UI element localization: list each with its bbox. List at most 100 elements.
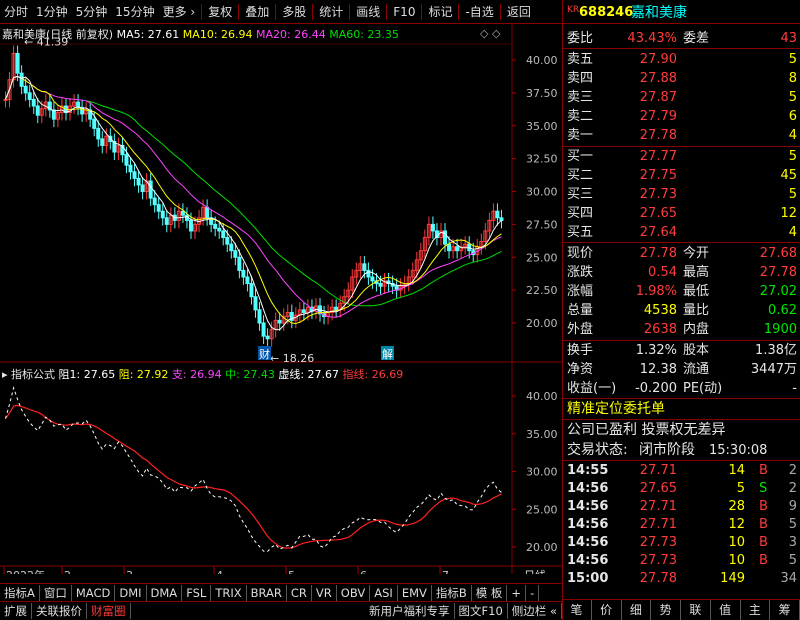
candle-down	[301, 309, 306, 313]
toolbar-0[interactable]: 分时	[0, 1, 32, 23]
quote-tab-1[interactable]: 价	[592, 600, 622, 620]
candle-down	[100, 138, 105, 146]
tick-side: S	[759, 481, 768, 496]
toolbar-10[interactable]: F10	[389, 1, 419, 23]
bid-label: 买五	[567, 225, 594, 240]
chart-expand-icons[interactable]: ◇ ◇	[480, 27, 500, 40]
ind-y-tick-label: 20.00	[526, 541, 558, 554]
y-tick-label: 35.00	[526, 120, 558, 133]
toolbar-5[interactable]: 复权	[204, 1, 236, 23]
indicator-tab-1[interactable]: 窗口	[40, 584, 72, 601]
x-tick-label: 7	[442, 569, 449, 574]
candles	[3, 45, 504, 347]
indicator-expand-icon[interactable]: ▸	[2, 368, 11, 381]
candle-down	[180, 210, 185, 216]
quote-tab-3[interactable]: 势	[651, 600, 681, 620]
bid-volume: 4	[788, 225, 797, 240]
candle-down	[124, 154, 129, 166]
info-label: PE(动)	[683, 381, 723, 396]
statusbar-item-3[interactable]: 新用户福利专享	[365, 603, 455, 619]
promo-link: 精准定位委托单	[567, 401, 665, 417]
stat-value: 1.98%	[635, 284, 677, 299]
statusbar-item-1[interactable]: 关联报价	[32, 603, 87, 619]
indicator-tab-4[interactable]: DMA	[147, 584, 183, 601]
toolbar-8[interactable]: 统计	[315, 1, 347, 23]
candle-down	[213, 223, 218, 229]
bid-row-1: 买一 27.77 5	[563, 147, 800, 166]
toolbar-2[interactable]: 5分钟	[72, 1, 112, 23]
toolbar-separator	[201, 3, 203, 20]
statusbar-item-5[interactable]: 侧边栏 «	[508, 603, 562, 619]
divider	[563, 48, 800, 49]
bid-price: 27.64	[639, 225, 677, 240]
toolbar-3[interactable]: 15分钟	[111, 1, 158, 23]
ask-price: 27.78	[639, 128, 677, 143]
toolbar-7[interactable]: 多股	[278, 1, 310, 23]
quote-header: KR 688246 嘉和美康	[563, 2, 800, 24]
indicator-tab-12[interactable]: EMV	[398, 584, 432, 601]
ind-y-tick-label: 30.00	[526, 466, 558, 479]
info-row-0: 换手 1.32% 股本 1.38亿	[563, 341, 800, 360]
toolbar-6[interactable]: 叠加	[241, 1, 273, 23]
toolbar-13[interactable]: 返回	[503, 1, 535, 23]
tick-volume: 149	[720, 571, 745, 586]
indicator-tab-7[interactable]: BRAR	[247, 584, 287, 601]
ask-row-2: 卖四 27.88 8	[563, 69, 800, 88]
indicator-tab-2[interactable]: MACD	[72, 584, 116, 601]
info-value: 1.32%	[635, 343, 677, 358]
indicator-tab-15[interactable]: +	[507, 584, 527, 601]
webi-row: 委比 43.43% 委差 43	[563, 29, 800, 48]
tick-price: 27.65	[639, 481, 677, 496]
indicator-tab-13[interactable]: 指标B	[432, 584, 472, 601]
promo-row[interactable]: 精准定位委托单	[563, 400, 800, 419]
ind-y-tick-label: 25.00	[526, 503, 558, 516]
statusbar-item-2[interactable]: 财富圈	[87, 603, 131, 619]
ask-label: 卖二	[567, 109, 594, 124]
indicator-tab-3[interactable]: DMI	[115, 584, 147, 601]
stat-row-1: 涨跌 0.54 最高 27.78	[563, 263, 800, 282]
tick-row: 14:56 27.73 10 B 5	[563, 551, 800, 570]
stat-value: 0.54	[648, 265, 677, 280]
main-chart-legend: 嘉和美康(日线 前复权) MA5: 27.61 MA10: 26.94 MA20…	[2, 26, 399, 42]
weicha-value: 43	[780, 31, 797, 46]
candle-down	[15, 52, 20, 74]
indicator-tab-5[interactable]: FSL	[182, 584, 212, 601]
tick-count: 2	[788, 463, 797, 478]
indicator-tab-9[interactable]: VR	[312, 584, 337, 601]
quote-tab-0[interactable]: 笔	[562, 600, 592, 620]
toolbar-1[interactable]: 1分钟	[32, 1, 72, 23]
stat-label: 总量	[567, 303, 594, 318]
candle-down	[455, 246, 460, 252]
ask-label: 卖四	[567, 71, 594, 86]
quote-tab-2[interactable]: 细	[622, 600, 652, 620]
company-info: 公司已盈利 投票权无差异	[567, 422, 726, 438]
statusbar-item-0[interactable]: 扩展	[0, 603, 32, 619]
webi-value: 43.43%	[627, 31, 677, 46]
info-row-2: 收益(一) -0.200 PE(动) -	[563, 379, 800, 398]
info-value: 1.38亿	[755, 343, 797, 358]
ask-row-3: 卖三 27.87 5	[563, 88, 800, 107]
toolbar-9[interactable]: 画线	[352, 1, 384, 23]
quote-tab-4[interactable]: 联	[681, 600, 711, 620]
indicator-tab-6[interactable]: TRIX	[211, 584, 247, 601]
indicator-tab-8[interactable]: CR	[287, 584, 312, 601]
quote-tab-5[interactable]: 值	[711, 600, 741, 620]
indicator-tab-10[interactable]: OBV	[337, 584, 371, 601]
tick-time: 14:56	[567, 481, 609, 496]
indicator-tab-11[interactable]: ASI	[370, 584, 398, 601]
toolbar-11[interactable]: 标记	[424, 1, 456, 23]
tick-count: 9	[788, 499, 797, 514]
quote-tab-7[interactable]: 筹	[770, 600, 800, 620]
toolbar-4[interactable]: 更多 ›	[159, 1, 200, 23]
statusbar-item-4[interactable]: 图文F10	[455, 603, 508, 619]
indicator-tab-14[interactable]: 模 板	[472, 584, 508, 601]
toolbar-12[interactable]: -自选	[461, 1, 497, 23]
ma10-line	[5, 75, 502, 325]
candle-down	[237, 256, 242, 271]
indicator-tab-0[interactable]: 指标A	[0, 584, 40, 601]
indicator-tab-16[interactable]: -	[526, 584, 540, 601]
quote-tab-6[interactable]: 主	[741, 600, 771, 620]
ma-label-3: MA60: 23.35	[325, 28, 399, 41]
kline-chart[interactable]: 40.00 37.50 35.00 32.50 30.00 27.50 25.00 22.50…	[0, 24, 562, 574]
chart-area[interactable]: 40.00 37.50 35.00 32.50 30.00 27.50 25.00 22.50…	[0, 24, 562, 574]
